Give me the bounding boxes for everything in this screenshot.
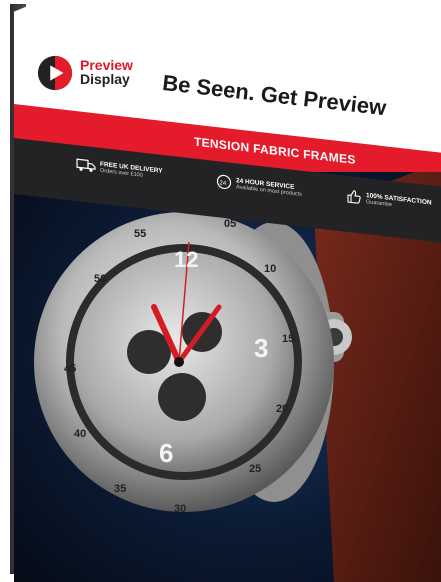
bezel-number: 25: [249, 463, 261, 475]
bezel-number: 05: [224, 218, 236, 230]
preview-logo-icon: [37, 55, 73, 91]
dial-number-12: 12: [174, 247, 198, 272]
thumbs-up-icon: [347, 190, 361, 204]
brand-name-line2: Display: [80, 71, 130, 87]
truck-icon: [76, 158, 96, 172]
bezel-number: 15: [282, 333, 294, 345]
bezel-number: 30: [174, 503, 186, 515]
feature-service: 24 24 HOUR SERVICE Available on most pro…: [216, 173, 302, 199]
header: Preview Display Be Seen. Get Preview: [14, 38, 441, 120]
bezel-number: 50: [94, 273, 106, 285]
bezel-number: 45: [64, 363, 76, 375]
bezel-number: 55: [134, 228, 146, 240]
bezel-number: 40: [74, 428, 86, 440]
svg-text:24: 24: [220, 180, 227, 187]
bezel-number: 20: [276, 403, 288, 415]
feature-delivery: FREE UK DELIVERY Orders over £100: [76, 157, 163, 181]
bezel-number: 10: [264, 263, 276, 275]
fabric-frame-display: Preview Display Be Seen. Get Preview TEN…: [14, 4, 441, 582]
clock-24-icon: 24: [216, 174, 232, 190]
dial-number-3: 3: [254, 333, 268, 363]
feature-satisfaction: 100% SATISFACTION Guarantee: [346, 188, 432, 214]
bezel-number: 35: [114, 483, 126, 495]
subdial-bottom: [158, 373, 206, 421]
brand-name-line1: Preview: [80, 57, 133, 73]
tagline: Be Seen. Get Preview: [161, 70, 388, 121]
dial-number-6: 6: [159, 438, 173, 468]
